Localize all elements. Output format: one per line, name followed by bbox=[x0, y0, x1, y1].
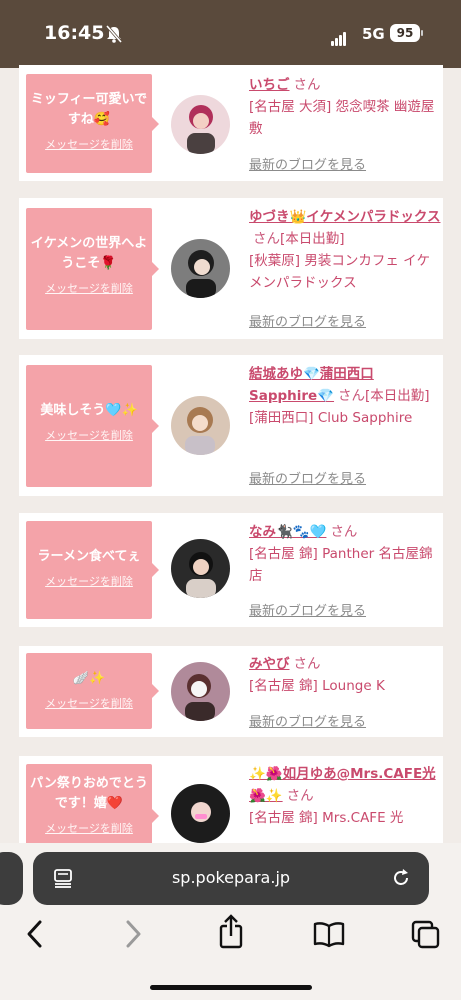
battery-tip bbox=[421, 30, 423, 36]
network-label: 5G bbox=[362, 25, 385, 43]
honorific: さん bbox=[293, 77, 321, 93]
reload-icon[interactable] bbox=[391, 868, 411, 888]
message-text: 美味しそう🩵✨ bbox=[40, 403, 138, 418]
avatar[interactable] bbox=[171, 784, 230, 843]
attendance-note: [本日出勤] bbox=[280, 231, 345, 247]
message-text: イケメンの世界へようこそ🌹 bbox=[30, 236, 148, 271]
honorific: さん bbox=[286, 788, 314, 804]
honorific: さん bbox=[338, 388, 366, 404]
message-card: 🪽✨ メッセージを削除 みやび さん [名古屋 錦] Lounge K 最新のブロ… bbox=[19, 646, 443, 737]
message-text: パン祭りおめでとうです！嬉❤️ bbox=[30, 776, 148, 811]
delete-message-link[interactable]: メッセージを削除 bbox=[26, 136, 152, 152]
silent-bell-icon bbox=[105, 25, 123, 43]
profile-info: ✨🌺如月ゆあ@Mrs.CAFE光🌺✨ さん [名古屋 錦] Mrs.CAFE 光 bbox=[249, 763, 441, 829]
back-icon[interactable] bbox=[25, 918, 45, 950]
latest-blog-link[interactable]: 最新のブログを見る bbox=[249, 468, 366, 487]
message-text: ラーメン食べてぇ bbox=[37, 549, 141, 564]
shop-detail: [名古屋 錦] Panther 名古屋錦店 bbox=[249, 546, 433, 584]
message-text: ミッフィー可愛いですね🥰 bbox=[30, 92, 148, 127]
profile-info: ゆづき👑イケメンパラドックスさん[本日出勤] [秋葉原] 男装コンカフェ イケメ… bbox=[249, 206, 441, 294]
profile-info: 結城あゆ💎蒲田西口Sapphire💎 さん[本日出勤] [蒲田西口] Club S… bbox=[249, 363, 441, 429]
delete-message-link[interactable]: メッセージを削除 bbox=[26, 280, 152, 296]
honorific: さん bbox=[293, 656, 321, 672]
avatar[interactable] bbox=[171, 396, 230, 455]
avatar[interactable] bbox=[171, 662, 230, 721]
message-text: 🪽✨ bbox=[72, 671, 106, 686]
status-bar: 16:45 5G 95 bbox=[0, 0, 461, 68]
attendance-note: [本日出勤] bbox=[365, 388, 430, 404]
message-bubble: 美味しそう🩵✨ メッセージを削除 bbox=[26, 365, 159, 487]
status-time: 16:45 bbox=[44, 22, 105, 44]
message-bubble: ラーメン食べてぇ メッセージを削除 bbox=[26, 521, 159, 619]
delete-message-link[interactable]: メッセージを削除 bbox=[26, 573, 152, 589]
profile-name-link[interactable]: ✨🌺如月ゆあ@Mrs.CAFE光🌺✨ bbox=[249, 766, 436, 804]
delete-message-link[interactable]: メッセージを削除 bbox=[26, 695, 152, 711]
previous-tab-preview[interactable] bbox=[0, 852, 23, 905]
shop-detail: [名古屋 錦] Lounge K bbox=[249, 678, 385, 694]
avatar[interactable] bbox=[171, 239, 230, 298]
message-bubble: 🪽✨ メッセージを削除 bbox=[26, 653, 159, 729]
delete-message-link[interactable]: メッセージを削除 bbox=[26, 820, 152, 836]
message-card: 美味しそう🩵✨ メッセージを削除 結城あゆ💎蒲田西口Sapphire💎 さん[本日… bbox=[19, 355, 443, 496]
profile-name-link[interactable]: いちご bbox=[249, 77, 290, 93]
delete-message-link[interactable]: メッセージを削除 bbox=[26, 427, 152, 443]
honorific: さん bbox=[253, 231, 280, 247]
url-text[interactable]: sp.pokepara.jp bbox=[33, 868, 429, 887]
share-icon[interactable] bbox=[218, 914, 244, 950]
battery-icon: 95 bbox=[390, 24, 420, 42]
shop-detail: [名古屋 錦] Mrs.CAFE 光 bbox=[249, 810, 404, 826]
profile-info: みやび さん [名古屋 錦] Lounge K bbox=[249, 653, 441, 697]
profile-name-link[interactable]: ゆづき👑イケメンパラドックス bbox=[249, 209, 441, 225]
address-bar[interactable]: sp.pokepara.jp bbox=[33, 852, 429, 905]
forward-icon[interactable] bbox=[123, 918, 143, 950]
home-indicator[interactable] bbox=[150, 985, 312, 990]
latest-blog-link[interactable]: 最新のブログを見る bbox=[249, 711, 366, 730]
profile-name-link[interactable]: みやび bbox=[249, 656, 290, 672]
profile-info: いちご さん [名古屋 大須] 怨念喫茶 幽遊屋敷 bbox=[249, 74, 441, 140]
latest-blog-link[interactable]: 最新のブログを見る bbox=[249, 600, 366, 619]
honorific: さん bbox=[330, 524, 358, 540]
profile-info: なみ🐈‍⬛🐾🩵 さん [名古屋 錦] Panther 名古屋錦店 bbox=[249, 521, 441, 587]
tabs-icon[interactable] bbox=[411, 920, 441, 950]
message-card: ミッフィー可愛いですね🥰 メッセージを削除 いちご さん [名古屋 大須] 怨念喫… bbox=[19, 65, 443, 181]
message-card: ラーメン食べてぇ メッセージを削除 なみ🐈‍⬛🐾🩵 さん [名古屋 錦] Pant… bbox=[19, 513, 443, 627]
bookmarks-icon[interactable] bbox=[313, 920, 345, 948]
message-bubble: ミッフィー可愛いですね🥰 メッセージを削除 bbox=[26, 74, 159, 173]
latest-blog-link[interactable]: 最新のブログを見る bbox=[249, 154, 366, 173]
signal-icon bbox=[331, 27, 347, 46]
latest-blog-link[interactable]: 最新のブログを見る bbox=[249, 311, 366, 330]
shop-detail: [名古屋 大須] 怨念喫茶 幽遊屋敷 bbox=[249, 99, 435, 137]
shop-detail: [秋葉原] 男装コンカフェ イケメンパラドックス bbox=[249, 253, 431, 291]
avatar[interactable] bbox=[171, 95, 230, 154]
shop-detail: [蒲田西口] Club Sapphire bbox=[249, 410, 413, 426]
message-card: イケメンの世界へようこそ🌹 メッセージを削除 ゆづき👑イケメンパラドックスさん[… bbox=[19, 198, 443, 339]
profile-name-link[interactable]: なみ🐈‍⬛🐾🩵 bbox=[249, 524, 326, 540]
avatar[interactable] bbox=[171, 539, 230, 598]
message-bubble: イケメンの世界へようこそ🌹 メッセージを削除 bbox=[26, 208, 159, 330]
